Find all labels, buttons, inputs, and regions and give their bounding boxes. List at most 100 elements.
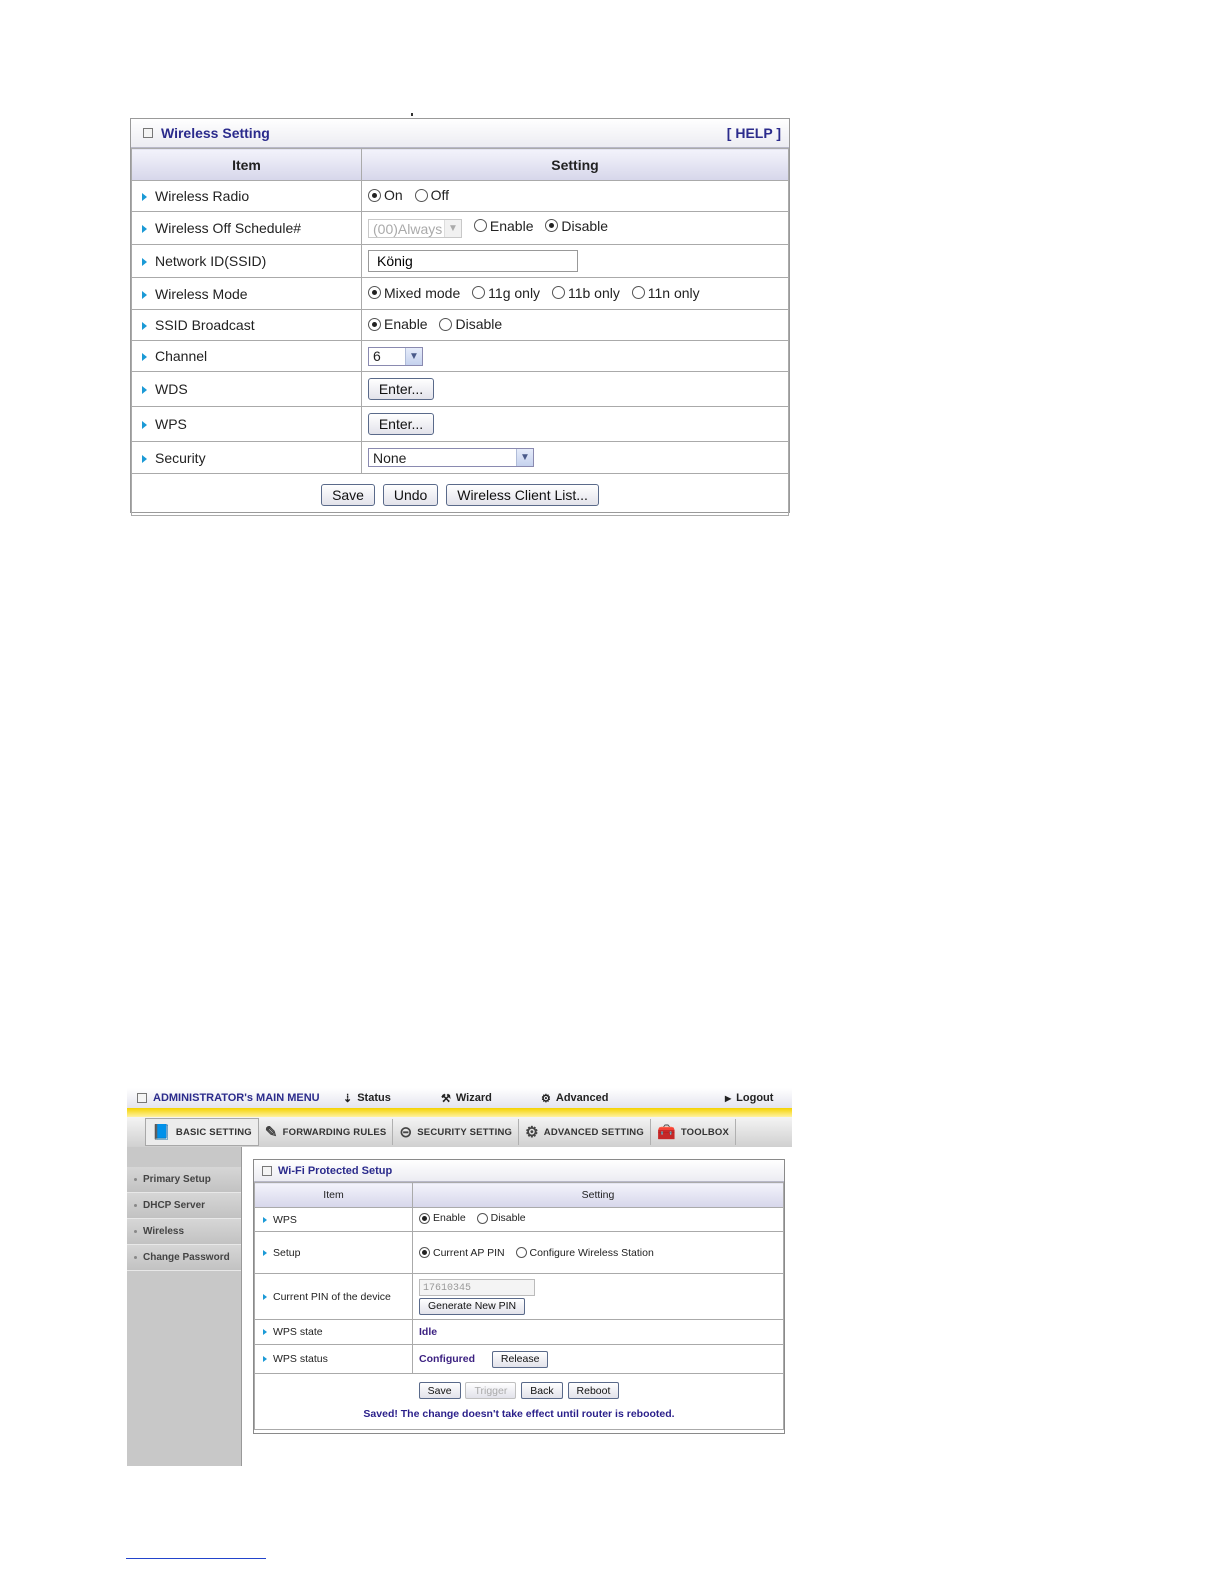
radio-icon bbox=[551, 286, 565, 300]
arrow-icon bbox=[142, 454, 147, 463]
wizard-icon: ⚒ bbox=[441, 1092, 451, 1105]
radio-11n[interactable]: 11n only bbox=[631, 285, 700, 301]
radio-selected-icon bbox=[368, 188, 381, 202]
square-icon bbox=[262, 1165, 272, 1176]
radio-selected-icon bbox=[368, 317, 381, 331]
radio-wps-disable[interactable]: Disable bbox=[476, 1212, 526, 1224]
radio-schedule-enable[interactable]: Enable bbox=[473, 218, 533, 234]
header-setting: Setting bbox=[412, 1182, 784, 1208]
chevron-down-icon: ▼ bbox=[405, 347, 422, 365]
radio-broadcast-disable[interactable]: Disable bbox=[439, 316, 502, 332]
status-link[interactable]: ⇣ Status bbox=[343, 1092, 441, 1105]
chevron-down-icon: ▼ bbox=[516, 449, 533, 466]
arrow-icon bbox=[142, 258, 147, 267]
forwarding-icon: ✎ bbox=[264, 1124, 278, 1141]
sidebar-item-dhcp-server[interactable]: DHCP Server bbox=[127, 1193, 241, 1219]
wds-enter-button[interactable]: Enter... bbox=[368, 378, 434, 400]
table-row: WPS Enter... bbox=[131, 406, 789, 442]
radio-off[interactable]: Off bbox=[414, 187, 449, 203]
reboot-button[interactable]: Reboot bbox=[567, 1382, 620, 1399]
radio-wps-enable[interactable]: Enable bbox=[419, 1212, 466, 1224]
logout-link[interactable]: ▶ Logout bbox=[725, 1092, 773, 1104]
row-label: Security bbox=[155, 449, 206, 466]
security-select[interactable]: None ▼ bbox=[368, 448, 534, 467]
arrow-icon bbox=[263, 1249, 267, 1256]
wizard-link[interactable]: ⚒ Wizard bbox=[441, 1092, 541, 1105]
radio-selected-icon bbox=[368, 286, 381, 300]
header-item: Item bbox=[254, 1182, 413, 1208]
advanced-link[interactable]: ⚙ Advanced bbox=[541, 1092, 725, 1105]
radio-mixed-mode[interactable]: Mixed mode bbox=[368, 285, 460, 301]
tab-basic-setting[interactable]: 📘 BASIC SETTING bbox=[145, 1118, 259, 1146]
table-row: Current PIN of the device 17610345 Gener… bbox=[254, 1273, 784, 1320]
radio-schedule-disable[interactable]: Disable bbox=[545, 218, 608, 234]
tab-advanced-setting[interactable]: ⚙ ADVANCED SETTING bbox=[519, 1119, 651, 1145]
save-button[interactable]: Save bbox=[321, 483, 375, 506]
radio-11b[interactable]: 11b only bbox=[551, 285, 620, 301]
arrow-icon bbox=[263, 1293, 267, 1300]
radio-configure-station[interactable]: Configure Wireless Station bbox=[515, 1247, 654, 1259]
tab-security-setting[interactable]: ⊝ SECURITY SETTING bbox=[393, 1119, 520, 1145]
square-icon bbox=[143, 128, 153, 138]
wireless-client-list-button[interactable]: Wireless Client List... bbox=[446, 483, 599, 506]
arrow-icon bbox=[263, 1216, 267, 1223]
arrow-icon bbox=[142, 225, 147, 234]
tab-toolbox[interactable]: 🧰 TOOLBOX bbox=[651, 1119, 737, 1145]
table-row: Setup Current AP PIN Configure Wireless … bbox=[254, 1231, 784, 1274]
radio-on[interactable]: On bbox=[368, 187, 403, 203]
undo-button[interactable]: Undo bbox=[382, 483, 439, 506]
radio-current-ap-pin[interactable]: Current AP PIN bbox=[419, 1247, 505, 1259]
table-row: Security None ▼ bbox=[131, 441, 789, 474]
radio-11g[interactable]: 11g only bbox=[472, 285, 540, 301]
wps-enter-button[interactable]: Enter... bbox=[368, 413, 434, 435]
arrow-icon bbox=[142, 353, 147, 362]
row-label: WPS state bbox=[273, 1326, 323, 1338]
table-row: WPS status Configured Release bbox=[254, 1344, 784, 1374]
table-row: WPS Enable Disable bbox=[254, 1207, 784, 1232]
row-label: WDS bbox=[155, 381, 188, 397]
table-row: Wireless Radio On Off bbox=[131, 180, 789, 212]
radio-broadcast-enable[interactable]: Enable bbox=[368, 316, 428, 332]
tools-icon: ⚙ bbox=[525, 1124, 539, 1141]
radio-icon bbox=[476, 1212, 488, 1224]
table-row: Network ID(SSID) bbox=[131, 244, 789, 278]
row-label: WPS bbox=[155, 416, 187, 432]
arrow-icon bbox=[142, 421, 147, 430]
header-setting: Setting bbox=[361, 148, 789, 181]
table-row: Wireless Mode Mixed mode 11g only 11b on… bbox=[131, 277, 789, 310]
sidebar-item-change-password[interactable]: Change Password bbox=[127, 1245, 241, 1271]
row-label: Channel bbox=[155, 348, 208, 364]
square-icon bbox=[137, 1093, 147, 1103]
sidebar-item-wireless[interactable]: Wireless bbox=[127, 1219, 241, 1245]
arrow-icon bbox=[142, 290, 147, 299]
help-link[interactable]: [ HELP ] bbox=[727, 125, 781, 141]
trigger-button[interactable]: Trigger bbox=[465, 1382, 517, 1399]
ssid-input[interactable] bbox=[368, 250, 578, 272]
tab-forwarding-rules[interactable]: ✎ FORWARDING RULES bbox=[259, 1119, 394, 1145]
advanced-icon: ⚙ bbox=[541, 1092, 551, 1105]
generate-pin-button[interactable]: Generate New PIN bbox=[419, 1297, 526, 1315]
back-button[interactable]: Back bbox=[521, 1382, 563, 1399]
radio-selected-icon bbox=[545, 219, 559, 233]
table-row: Wireless Off Schedule# (00)Always ▼ Enabl… bbox=[131, 211, 789, 245]
sidebar-item-primary-setup[interactable]: Primary Setup bbox=[127, 1167, 241, 1193]
radio-icon bbox=[439, 317, 453, 331]
save-button[interactable]: Save bbox=[418, 1382, 461, 1399]
bullet-icon bbox=[134, 1256, 137, 1259]
sidebar: Primary Setup DHCP Server Wireless Chang… bbox=[127, 1147, 242, 1466]
schedule-select[interactable]: (00)Always ▼ bbox=[368, 219, 462, 239]
row-label: WPS status bbox=[273, 1353, 328, 1365]
release-button[interactable]: Release bbox=[491, 1350, 549, 1368]
toolbox-icon: 🧰 bbox=[656, 1124, 676, 1141]
wps-panel: Wi-Fi Protected Setup Item Setting WPS E… bbox=[253, 1159, 785, 1434]
channel-select[interactable]: 6 ▼ bbox=[368, 346, 423, 366]
radio-icon bbox=[631, 286, 645, 300]
button-row: Save Undo Wireless Client List... bbox=[131, 473, 789, 516]
top-menu-bar: ADMINISTRATOR's MAIN MENU ⇣ Status ⚒ Wizar… bbox=[127, 1088, 792, 1108]
status-icon: ⇣ bbox=[343, 1092, 353, 1105]
footnote-rule bbox=[126, 1558, 266, 1559]
row-label: Setup bbox=[273, 1246, 301, 1259]
saved-message: Saved! The change doesn't take effect un… bbox=[363, 1408, 675, 1420]
table-header-row: Item Setting bbox=[131, 148, 789, 181]
settings-table: Item Setting Wireless Radio On Off Wirel… bbox=[131, 148, 789, 516]
